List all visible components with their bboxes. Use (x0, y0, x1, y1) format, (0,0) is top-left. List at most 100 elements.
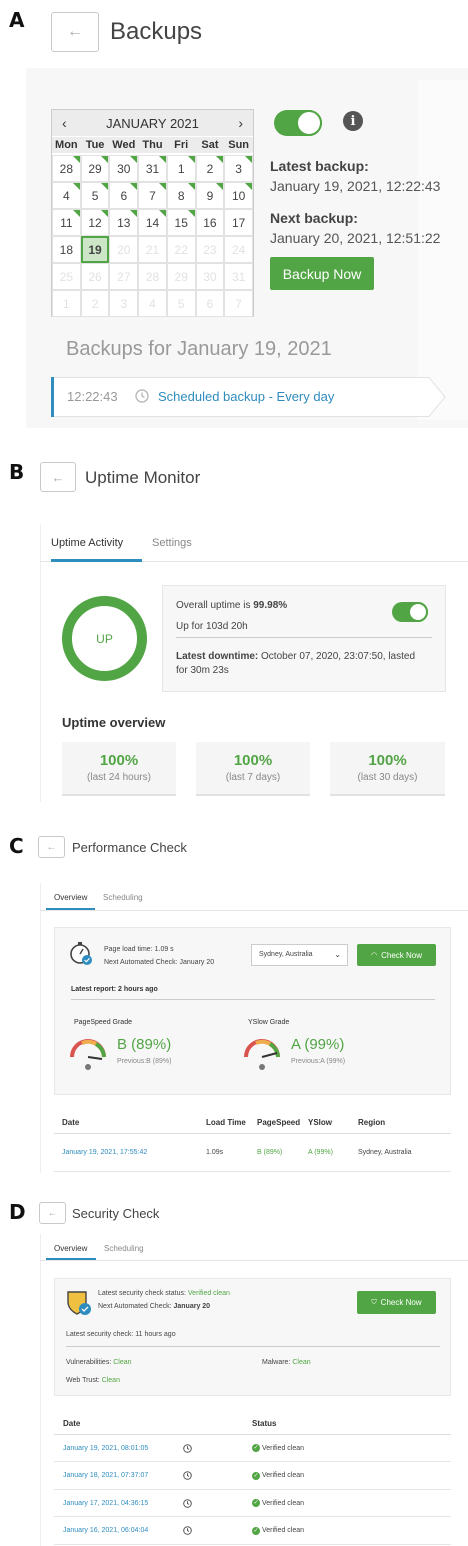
yslow-title: YSlow Grade (248, 1019, 290, 1026)
row-date[interactable]: January 19, 2021, 08:01:05 (63, 1445, 148, 1452)
calendar-day: 5 (166, 290, 196, 317)
yslow-grade: A (99%) (291, 1036, 345, 1053)
backup-calendar: ‹ JANUARY 2021 › Mon Tue Wed Thu Fri Sat Sun 2… (51, 109, 254, 317)
row-date[interactable]: January 18, 2021, 07:37:07 (63, 1472, 148, 1479)
tab-uptime-activity[interactable]: Uptime Activity (51, 537, 123, 549)
region-select[interactable]: Sydney, Australia ⌄ (251, 944, 348, 966)
table-header: Date Load Time PageSpeed YSlow Region (54, 1112, 451, 1134)
next-month-icon[interactable]: › (238, 115, 243, 131)
calendar-day[interactable]: 2 (195, 155, 225, 182)
info-icon[interactable]: i (343, 111, 363, 131)
tab-overview[interactable]: Overview (54, 893, 87, 902)
calendar-day[interactable]: 6 (109, 182, 139, 209)
clock-icon (183, 1471, 192, 1480)
clock-icon (135, 389, 149, 403)
tab-scheduling[interactable]: Scheduling (103, 893, 143, 902)
uptime-status-ring: UP (62, 596, 147, 681)
calendar-day[interactable]: 5 (80, 182, 110, 209)
calendar-month-label: JANUARY 2021 (106, 115, 199, 131)
calendar-weekday: Tue (85, 139, 105, 151)
table-row[interactable]: January 17, 2021, 04:36:15 ✓ Verified clea… (54, 1490, 451, 1517)
back-button[interactable]: ← (51, 12, 99, 52)
calendar-weekdays: Mon Tue Wed Thu Fri Sat Sun (52, 137, 253, 153)
check-now-button[interactable]: ⛉ Check Now (357, 1291, 436, 1314)
prev-month-icon[interactable]: ‹ (62, 115, 67, 131)
backups-for-heading: Backups for January 19, 2021 (66, 338, 332, 360)
backup-entry[interactable]: 12:22:43 Scheduled backup - Every day (51, 377, 446, 417)
calendar-day[interactable]: 31 (138, 155, 167, 182)
next-check-value: January 20 (173, 1303, 211, 1310)
check-circle-icon: ✓ (252, 1471, 260, 1480)
gauge-icon (68, 1035, 108, 1075)
latest-backup-label: Latest backup: (270, 158, 369, 174)
backup-entry-time: 12:22:43 (67, 389, 118, 404)
back-button[interactable]: ← (38, 836, 65, 858)
pagespeed-previous: Previous:B (89%) (117, 1058, 172, 1065)
calendar-day[interactable]: 30 (109, 155, 139, 182)
pagespeed-grade: B (89%) (117, 1036, 172, 1053)
check-now-button[interactable]: ◠ Check Now (357, 944, 436, 966)
calendar-day[interactable]: 16 (195, 209, 225, 236)
tab-settings[interactable]: Settings (152, 537, 192, 549)
back-button[interactable]: ← (39, 1202, 66, 1224)
calendar-day[interactable]: 1 (166, 155, 196, 182)
calendar-day: 25 (52, 263, 81, 290)
table-row[interactable]: January 19, 2021, 08:01:05 ✓ Verified clea… (54, 1435, 451, 1462)
back-arrow-icon: ← (46, 841, 57, 853)
row-date[interactable]: January 16, 2021, 06:04:04 (63, 1527, 148, 1534)
calendar-day: 7 (224, 290, 253, 317)
calendar-day[interactable]: 8 (166, 182, 196, 209)
calendar-day[interactable]: 17 (224, 209, 253, 236)
check-circle-icon: ✓ (252, 1444, 260, 1452)
calendar-day[interactable]: 7 (138, 182, 167, 209)
next-backup-value: January 20, 2021, 12:51:22 (270, 230, 441, 246)
vulnerabilities-label: Vulnerabilities: (66, 1359, 112, 1366)
calendar-day-selected[interactable]: 19 (80, 236, 110, 263)
calendar-day[interactable]: 3 (224, 155, 253, 182)
calendar-day[interactable]: 12 (80, 209, 110, 236)
up-for: Up for 103d 20h (176, 621, 248, 632)
malware-value: Clean (292, 1359, 311, 1366)
calendar-day[interactable]: 4 (52, 182, 81, 209)
row-date[interactable]: January 19, 2021, 17:55:42 (62, 1148, 152, 1158)
next-check-label: Next Automated Check: (98, 1303, 172, 1310)
uptime-toggle[interactable] (392, 602, 428, 622)
calendar-day[interactable]: 10 (224, 182, 253, 209)
calendar-day[interactable]: 15 (166, 209, 196, 236)
back-button[interactable]: ← (40, 462, 76, 492)
page-title: Backups (110, 18, 203, 45)
backup-now-button[interactable]: Backup Now (270, 257, 374, 290)
table-row[interactable]: January 16, 2021, 06:04:04 ✓ Verified clea… (54, 1518, 451, 1545)
row-date[interactable]: January 17, 2021, 04:36:15 (63, 1500, 148, 1507)
shield-icon: ⛉ (371, 1298, 377, 1306)
clock-icon (183, 1498, 192, 1508)
calendar-day: 20 (109, 236, 139, 263)
calendar-day[interactable]: 9 (195, 182, 225, 209)
calendar-weekday: Fri (174, 139, 189, 151)
calendar-day: 30 (195, 263, 225, 290)
calendar-day[interactable]: 28 (52, 155, 81, 182)
calendar-day[interactable]: 13 (109, 209, 139, 236)
calendar-days: 28 29 30 31 1 2 3 4 5 6 7 8 9 10 11 12 13 14 15 16 17 18 19 20 2… (52, 155, 253, 317)
gauge-icon (242, 1035, 282, 1075)
calendar-day[interactable]: 11 (52, 209, 81, 236)
page-title: Performance Check (72, 840, 187, 855)
table-row[interactable]: January 18, 2021, 07:37:07 ✓ Verified clea… (54, 1463, 451, 1490)
calendar-day[interactable]: 29 (80, 155, 110, 182)
backup-entry-label: Scheduled backup - Every day (158, 389, 335, 404)
calendar-day: 6 (195, 290, 225, 317)
uptime-summary-box: Overall uptime is 99.98% Up for 103d 20h… (162, 585, 446, 692)
calendar-day[interactable]: 14 (138, 209, 167, 236)
latest-downtime: Latest downtime: October 07, 2020, 23:07… (176, 651, 416, 676)
tab-overview[interactable]: Overview (54, 1244, 87, 1253)
calendar-day: 26 (80, 263, 110, 290)
chevron-down-icon: ⌄ (334, 950, 341, 959)
overall-uptime-label: Overall uptime is (176, 600, 254, 611)
next-backup-label: Next backup: (270, 210, 358, 226)
table-row[interactable]: January 19, 2021, 17:55:42 1.09s B (89%)… (54, 1134, 451, 1172)
calendar-day[interactable]: 18 (52, 236, 81, 263)
backup-toggle[interactable] (274, 110, 322, 136)
calendar-day: 27 (109, 263, 139, 290)
tab-scheduling[interactable]: Scheduling (104, 1244, 144, 1253)
back-arrow-icon: ← (47, 1207, 58, 1219)
